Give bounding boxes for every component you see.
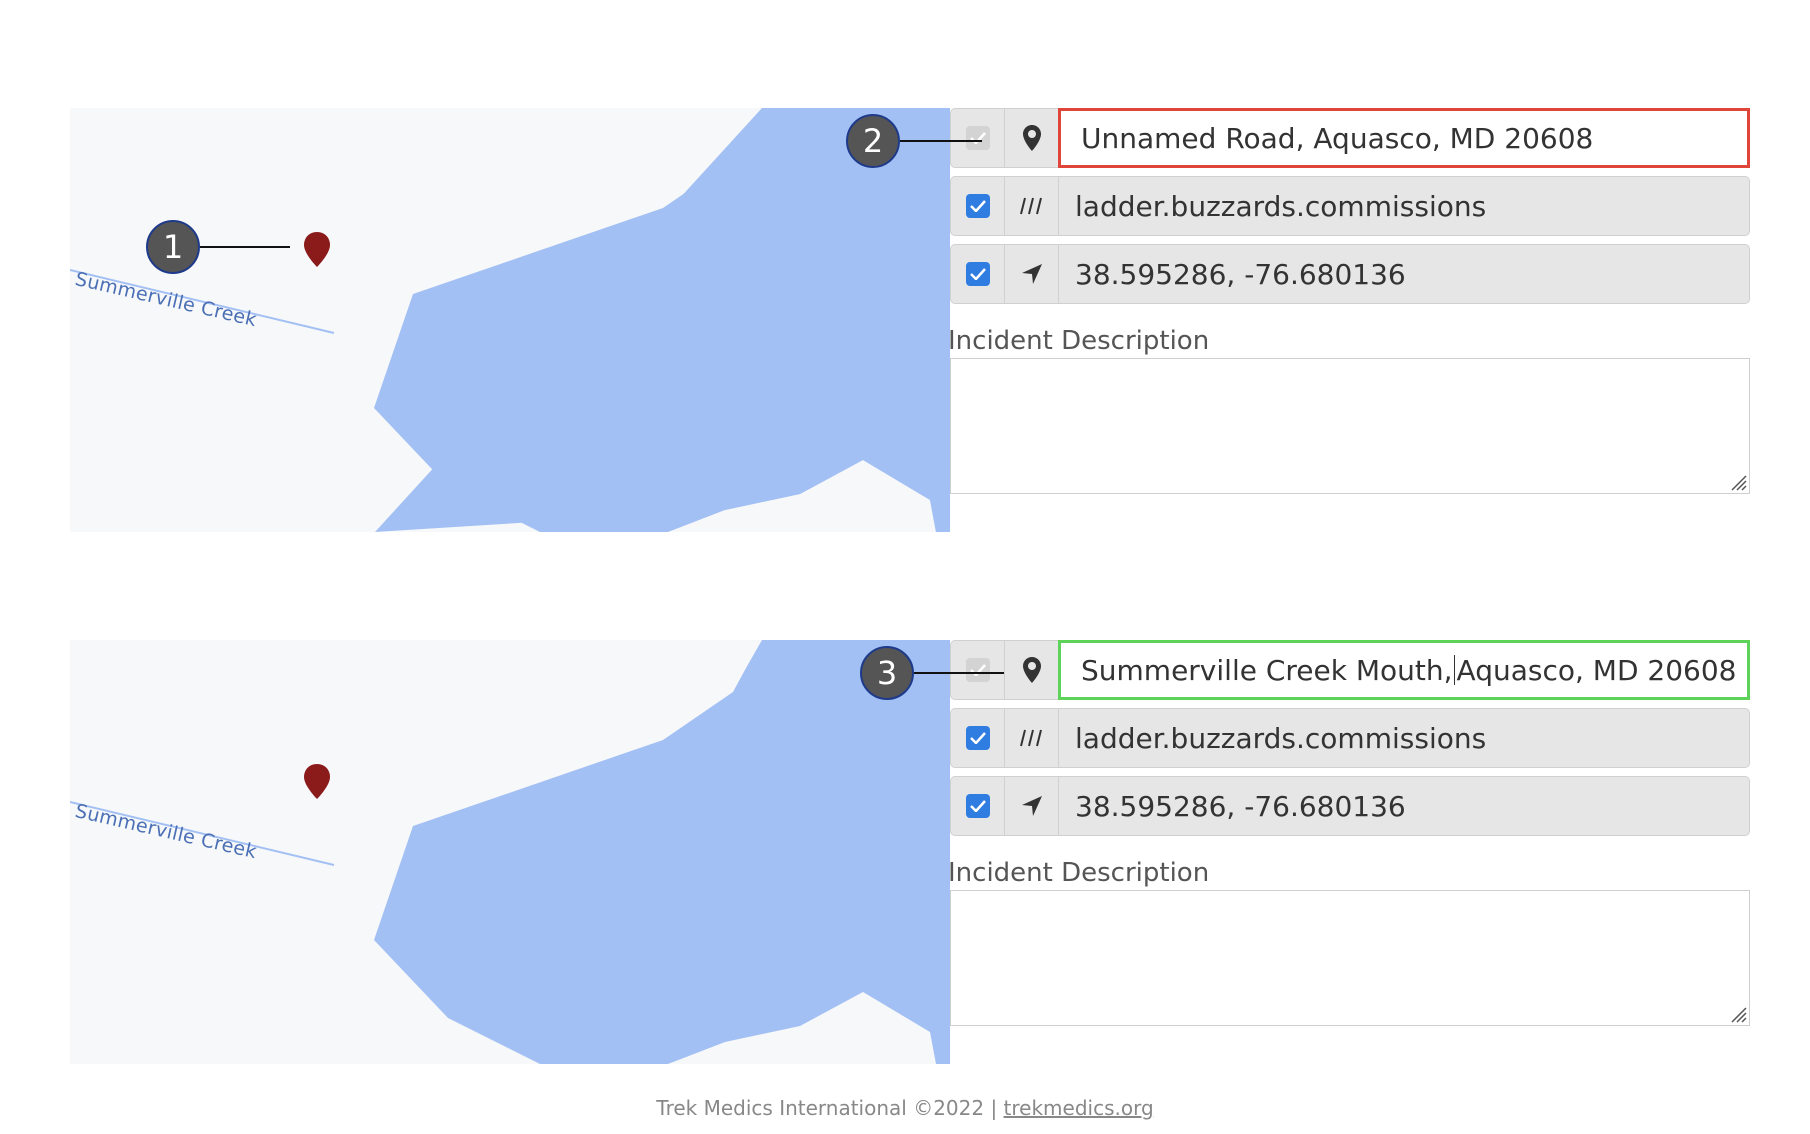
what3words-row: ladder.buzzards.commissions: [950, 708, 1750, 768]
coordinates-field[interactable]: 38.595286, -76.680136: [1058, 776, 1750, 836]
coordinates-checkbox-cell: [950, 244, 1004, 304]
callout-2: 2: [846, 114, 900, 168]
address-checkbox-cell: [950, 640, 1004, 700]
navigation-arrow-icon: [1004, 776, 1058, 836]
description-label: Incident Description: [948, 858, 1210, 888]
what3words-field[interactable]: ladder.buzzards.commissions: [1058, 708, 1750, 768]
coordinates-field[interactable]: 38.595286, -76.680136: [1058, 244, 1750, 304]
text-caret: [1453, 655, 1455, 685]
footer-text: Trek Medics International ©2022 |: [656, 1096, 1004, 1120]
map-water-svg: [70, 640, 950, 1064]
resize-grip-icon[interactable]: [1729, 1005, 1747, 1023]
slashes-icon: [1004, 708, 1058, 768]
address-text-before-caret: Summerville Creek Mouth,: [1081, 653, 1453, 687]
address-checkbox-cell: [950, 108, 1004, 168]
address-checkbox[interactable]: [965, 658, 990, 682]
address-row: Summerville Creek Mouth, Aquasco, MD 2060…: [950, 640, 1750, 700]
what3words-checkbox[interactable]: [965, 726, 990, 750]
callout-2-leader: [900, 140, 982, 142]
coordinates-row: 38.595286, -76.680136: [950, 244, 1750, 304]
location-form: Summerville Creek Mouth, Aquasco, MD 2060…: [948, 640, 1750, 1064]
address-field[interactable]: Unnamed Road, Aquasco, MD 20608: [1058, 108, 1750, 168]
address-text-after-caret: Aquasco, MD 20608: [1456, 653, 1737, 687]
coordinates-checkbox-cell: [950, 776, 1004, 836]
resize-grip-icon[interactable]: [1729, 473, 1747, 491]
map-pin-icon: [1004, 108, 1058, 168]
address-field[interactable]: Summerville Creek Mouth, Aquasco, MD 2060…: [1058, 640, 1750, 700]
water-body-main: [374, 108, 950, 532]
panel-bottom: Summerville Creek Summerville Creek Mout…: [70, 640, 1750, 1064]
description-textarea[interactable]: [950, 890, 1750, 1026]
map-water-svg: [70, 108, 950, 532]
coordinates-row: 38.595286, -76.680136: [950, 776, 1750, 836]
address-row: Unnamed Road, Aquasco, MD 20608: [950, 108, 1750, 168]
callout-3-leader: [914, 672, 1004, 674]
navigation-arrow-icon: [1004, 244, 1058, 304]
map-view[interactable]: Summerville Creek: [70, 640, 950, 1064]
what3words-checkbox[interactable]: [965, 194, 990, 218]
coordinates-checkbox[interactable]: [965, 262, 990, 286]
location-form: Unnamed Road, Aquasco, MD 20608 ladder.b…: [948, 108, 1750, 532]
footer: Trek Medics International ©2022 | trekme…: [0, 1096, 1810, 1120]
coordinates-checkbox[interactable]: [965, 794, 990, 818]
what3words-field[interactable]: ladder.buzzards.commissions: [1058, 176, 1750, 236]
what3words-checkbox-cell: [950, 176, 1004, 236]
water-body-main: [374, 640, 950, 1064]
callout-1-leader: [200, 246, 290, 248]
panel-top: Summerville Creek Unnamed Road, Aquasco,…: [70, 108, 1750, 532]
what3words-row: ladder.buzzards.commissions: [950, 176, 1750, 236]
callout-3: 3: [860, 646, 914, 700]
map-view[interactable]: Summerville Creek: [70, 108, 950, 532]
description-label: Incident Description: [948, 326, 1210, 356]
slashes-icon: [1004, 176, 1058, 236]
map-pin-icon: [1004, 640, 1058, 700]
callout-1: 1: [146, 220, 200, 274]
what3words-checkbox-cell: [950, 708, 1004, 768]
description-textarea[interactable]: [950, 358, 1750, 494]
footer-link[interactable]: trekmedics.org: [1004, 1096, 1154, 1120]
address-checkbox[interactable]: [965, 126, 990, 150]
